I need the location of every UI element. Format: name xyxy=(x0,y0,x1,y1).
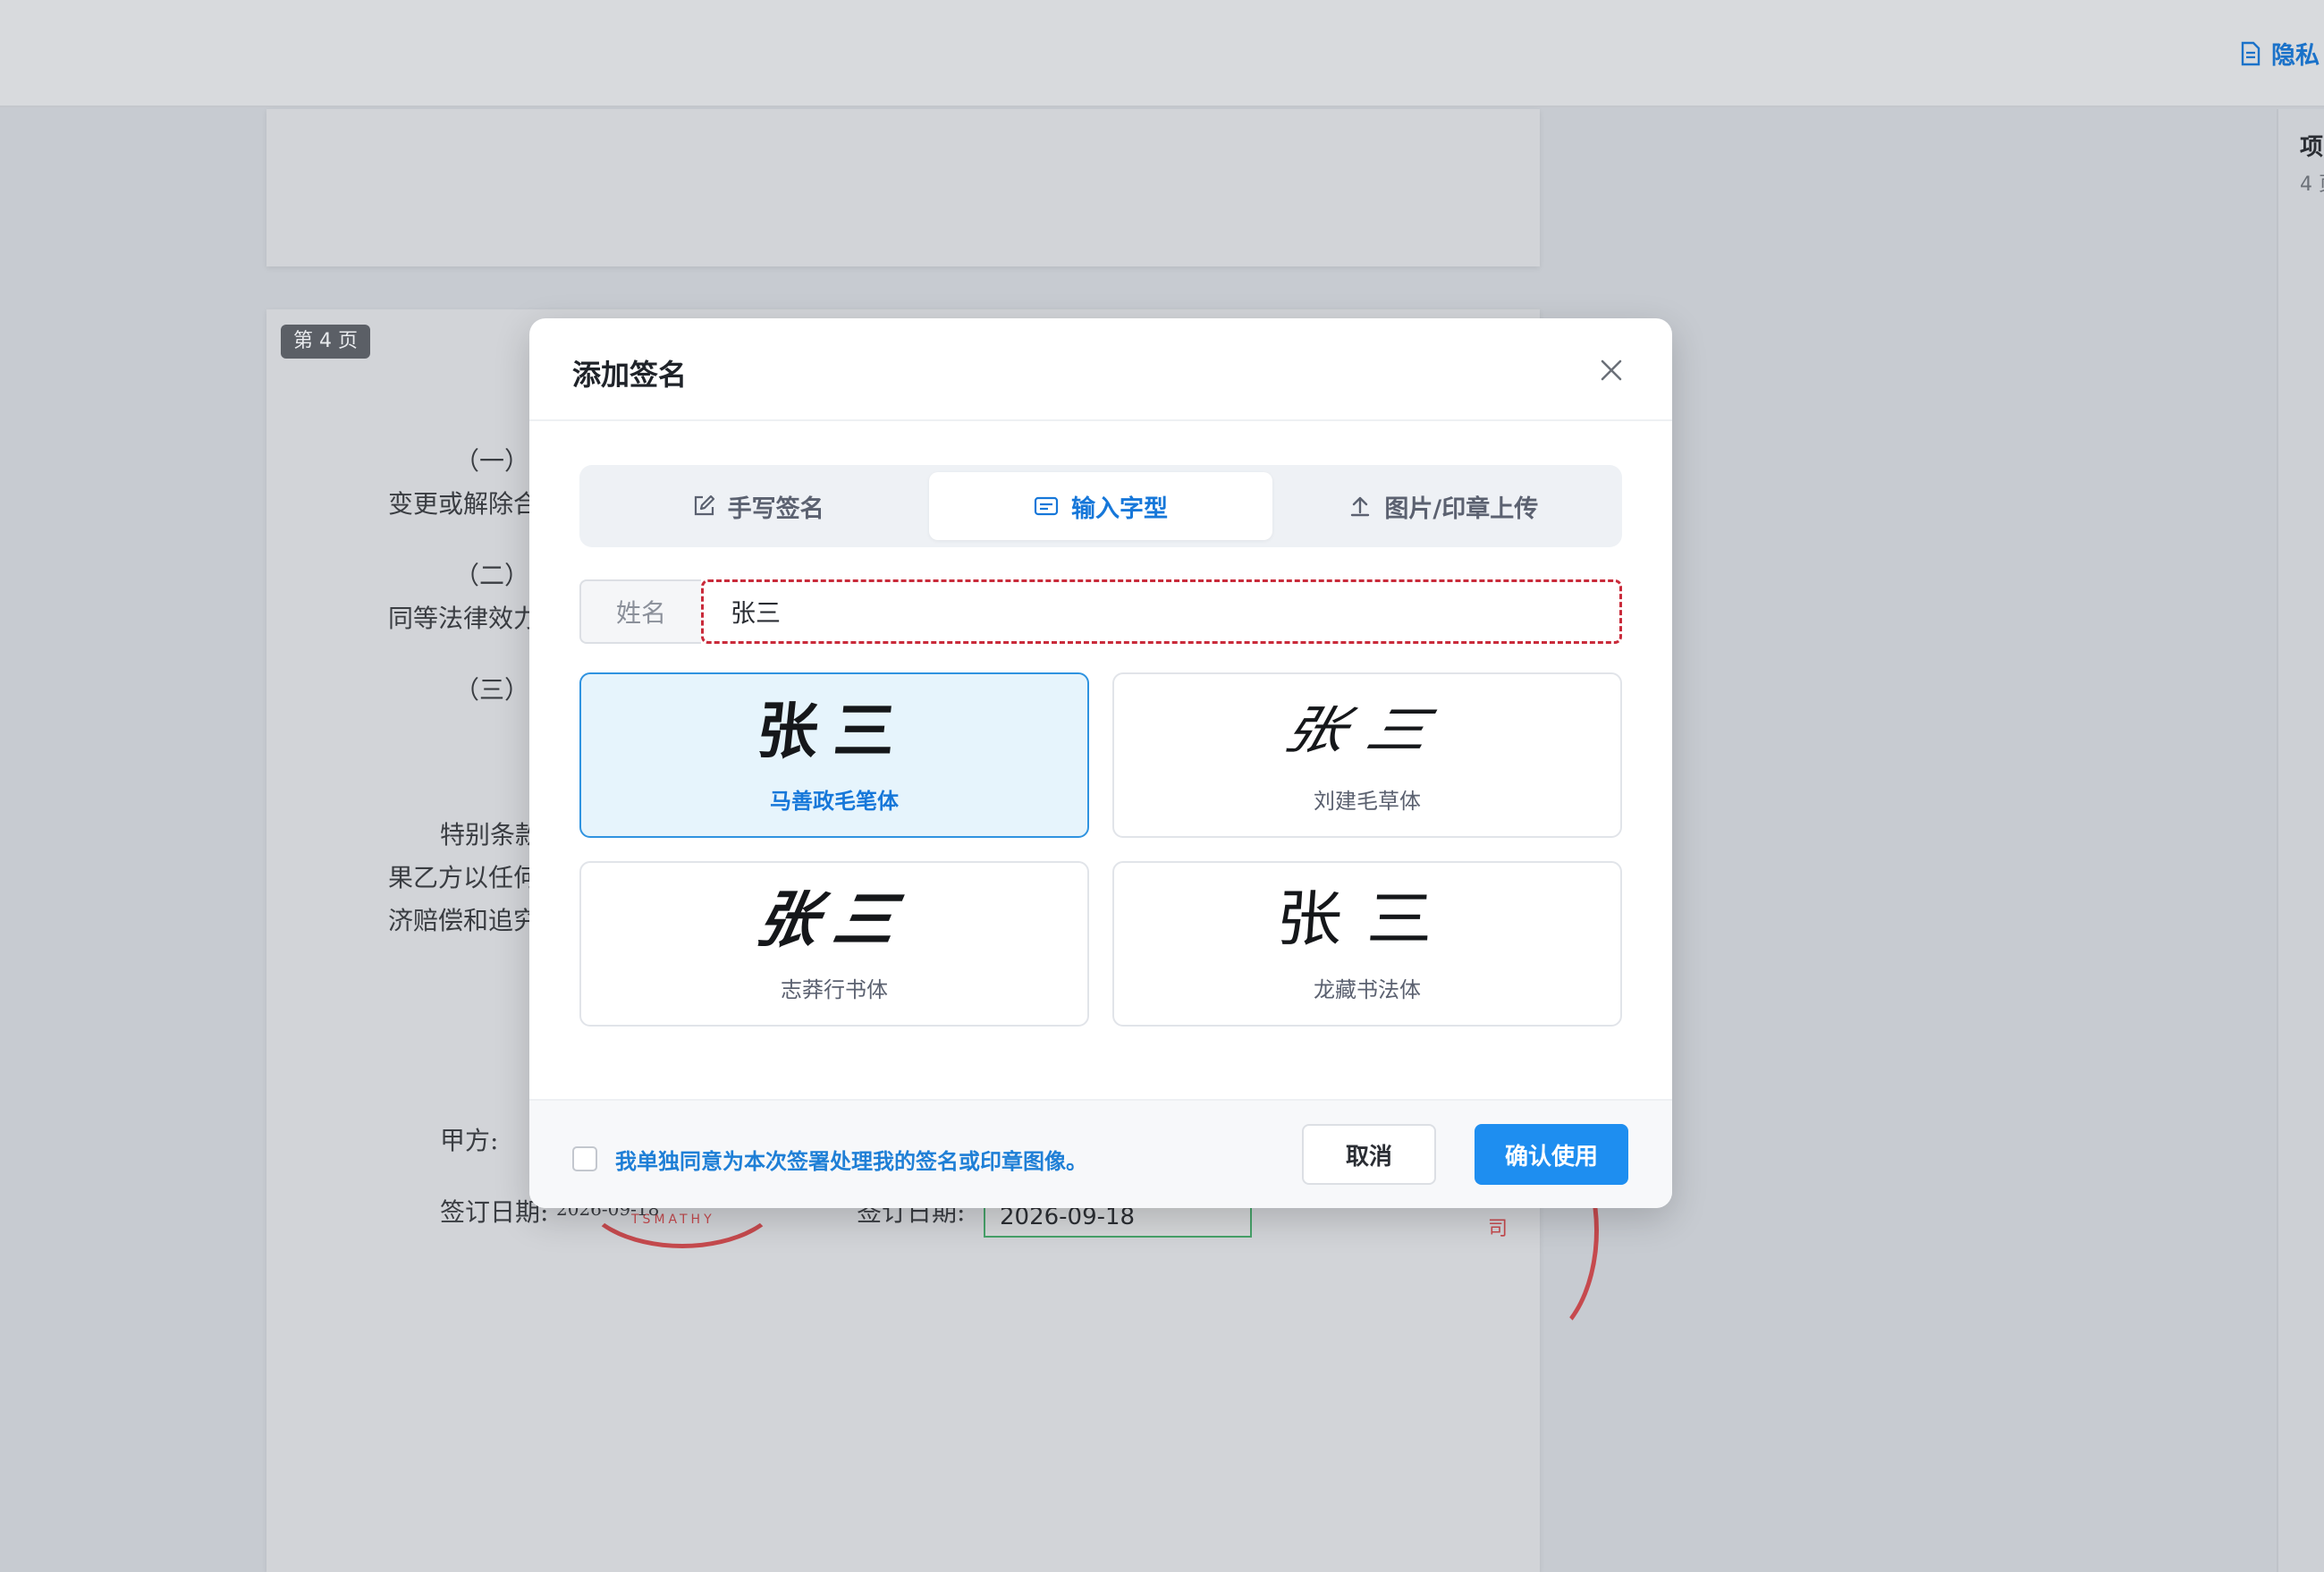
tab-label: 图片/印章上传 xyxy=(1384,494,1539,523)
right-panel-subtitle: 4 页 xyxy=(2300,173,2324,196)
right-panel-title: 项 xyxy=(2300,134,2324,161)
close-icon xyxy=(1601,359,1622,381)
signature-preview: 张三 xyxy=(1273,884,1461,955)
consent-label[interactable]: 我单独同意为本次签署处理我的签名或印章图像。 xyxy=(615,1144,1087,1175)
doc-line: （一） xyxy=(454,446,530,476)
close-button[interactable] xyxy=(1593,352,1629,388)
dialog-footer: 我单独同意为本次签署处理我的签名或印章图像。 取消 确认使用 xyxy=(529,1099,1672,1208)
signature-preview: 张三 xyxy=(750,884,918,956)
doc-line: （二） xyxy=(454,561,530,590)
keyboard-icon xyxy=(1034,496,1059,516)
privacy-link[interactable]: 隐私 xyxy=(2239,36,2320,71)
page-number-badge: 第 4 页 xyxy=(281,325,370,359)
document-icon xyxy=(2241,41,2261,65)
name-input[interactable] xyxy=(701,579,1622,644)
doc-line: 济赔偿和追究 xyxy=(388,906,539,935)
confirm-button[interactable]: 确认使用 xyxy=(1475,1124,1628,1185)
signature-preview: 张三 xyxy=(1277,701,1458,762)
font-name: 龙藏书法体 xyxy=(1314,977,1421,1002)
consent-checkbox[interactable] xyxy=(572,1146,597,1171)
doc-line: 果乙方以任何 xyxy=(388,863,539,892)
doc-line: 特别条款 xyxy=(440,820,541,849)
name-field-row: 姓名 xyxy=(579,579,1622,644)
tab-typed-font[interactable]: 输入字型 xyxy=(929,472,1272,540)
font-name: 刘建毛草体 xyxy=(1314,789,1421,814)
privacy-link-label: 隐私 xyxy=(2271,42,2320,70)
tab-image-upload[interactable]: 图片/印章上传 xyxy=(1272,472,1615,540)
signature-mode-tabs: 手写签名 输入字型 图片/印章上传 xyxy=(579,465,1622,547)
upload-icon xyxy=(1351,496,1370,517)
doc-line: 变更或解除合 xyxy=(388,489,539,519)
cancel-button[interactable]: 取消 xyxy=(1302,1124,1436,1185)
edit-icon xyxy=(694,494,714,516)
dialog-header: 添加签名 xyxy=(529,318,1672,421)
tab-label: 手写签名 xyxy=(727,494,824,523)
top-bar: 隐私 xyxy=(0,0,2324,107)
dialog-title: 添加签名 xyxy=(572,358,688,392)
seal-text-right: 司 xyxy=(1488,1218,1512,1240)
right-panel: 项 4 页 xyxy=(2277,109,2324,1572)
font-name: 志莽行书体 xyxy=(781,977,888,1002)
font-style-grid: 张三 马善政毛笔体 张三 刘建毛草体 张三 志莽行书体 张三 龙藏书法体 xyxy=(579,672,1622,1027)
signature-preview: 张三 xyxy=(753,696,916,767)
font-option-zhimangxing[interactable]: 张三 志莽行书体 xyxy=(579,861,1089,1027)
tab-handwritten[interactable]: 手写签名 xyxy=(587,472,929,540)
document-page-previous xyxy=(266,109,1540,266)
font-option-mashanzheng[interactable]: 张三 马善政毛笔体 xyxy=(579,672,1089,838)
name-label: 姓名 xyxy=(579,579,701,644)
font-option-longcang[interactable]: 张三 龙藏书法体 xyxy=(1112,861,1622,1027)
font-option-liujianmaocao[interactable]: 张三 刘建毛草体 xyxy=(1112,672,1622,838)
add-signature-dialog: 添加签名 手写签名 输入字型 图片/印章上传 姓名 张三 张三 马善政毛笔体 张… xyxy=(529,318,1672,1208)
tab-label: 输入字型 xyxy=(1070,494,1168,523)
party-a-label: 甲方: xyxy=(440,1126,499,1155)
font-name: 马善政毛笔体 xyxy=(770,789,899,814)
doc-line: 同等法律效力 xyxy=(388,604,539,633)
